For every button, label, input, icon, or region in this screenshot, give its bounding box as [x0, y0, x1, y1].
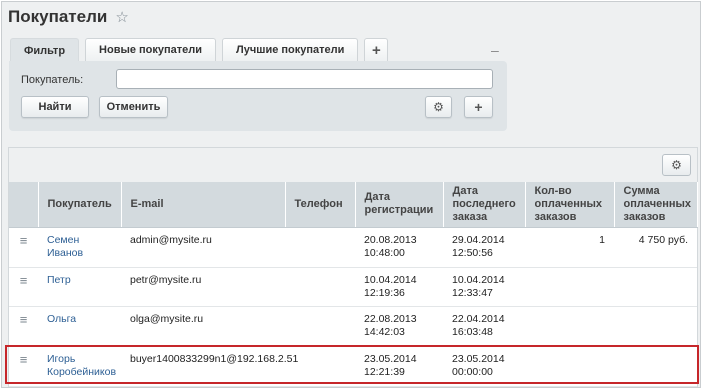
last-order-cell: 29.04.2014 12:50:56	[443, 227, 525, 268]
hamburger-icon[interactable]: ≡	[9, 346, 38, 387]
hamburger-icon[interactable]: ≡	[9, 306, 38, 347]
buyer-name-cell: Ольга	[38, 306, 121, 347]
reg-date-cell: 22.08.2013 14:42:03	[355, 306, 443, 347]
last-order-date: 29.04.2014	[452, 233, 505, 246]
last-order-date: 10.04.2014	[452, 273, 505, 286]
column-header-last-order[interactable]: Дата последнего заказа	[443, 182, 526, 228]
buyers-grid: ⚙ Покупатель E-mail Телефон Дата регистр…	[8, 147, 698, 387]
last-order-cell: 10.04.2014 12:33:47	[443, 267, 525, 307]
email-cell: buyer1400833299n1@192.168.2.51	[121, 346, 298, 387]
column-header-email[interactable]: E-mail	[121, 182, 286, 228]
table-row[interactable]: ≡ Петр petr@mysite.ru 10.04.2014 12:19:36…	[9, 267, 697, 307]
buyer-field-label: Покупатель:	[21, 74, 84, 86]
tab-best-buyers[interactable]: Лучшие покупатели	[222, 38, 359, 61]
paid-count-cell	[525, 306, 614, 347]
last-order-time: 12:33:47	[452, 286, 493, 299]
buyer-link[interactable]: Игорь Коробейников	[47, 353, 116, 378]
email-cell: admin@mysite.ru	[121, 227, 285, 268]
tab-filter[interactable]: Фильтр	[10, 38, 80, 62]
buyer-input[interactable]	[116, 69, 493, 89]
last-order-date: 23.05.2014	[452, 352, 505, 365]
paid-sum-cell	[614, 267, 697, 307]
buyer-link[interactable]: Петр	[47, 274, 71, 286]
phone-cell	[285, 346, 355, 387]
add-tab-button[interactable]: +	[364, 38, 389, 61]
collapse-filter-button[interactable]: –	[491, 42, 499, 58]
column-header-phone[interactable]: Телефон	[285, 182, 356, 228]
filter-settings-button[interactable]: ⚙	[425, 96, 452, 118]
table-row[interactable]: ≡ Ольга olga@mysite.ru 22.08.2013 14:42:0…	[9, 306, 697, 347]
last-order-time: 12:50:56	[452, 246, 493, 259]
grid-toolbar: ⚙	[9, 148, 697, 182]
grid-settings-button[interactable]: ⚙	[662, 154, 691, 176]
find-button[interactable]: Найти	[21, 96, 89, 118]
last-order-cell: 23.05.2014 00:00:00	[443, 346, 525, 387]
page-title-bar: Покупатели ☆	[8, 7, 129, 27]
column-header-paid-count[interactable]: Кол-во оплаченных заказов	[525, 182, 615, 228]
table-row[interactable]: ≡ Семен Иванов admin@mysite.ru 20.08.201…	[9, 227, 697, 268]
phone-cell	[285, 267, 355, 307]
reg-time: 12:19:36	[364, 286, 405, 299]
email-cell: olga@mysite.ru	[121, 306, 285, 347]
last-order-time: 16:03:48	[452, 325, 493, 338]
gear-icon: ⚙	[433, 100, 444, 114]
table-row[interactable]: ≡ Игорь Коробейников buyer1400833299n1@1…	[9, 346, 697, 387]
email-cell: petr@mysite.ru	[121, 267, 285, 307]
add-filter-field-button[interactable]: +	[464, 96, 493, 118]
reg-date: 10.04.2014	[364, 273, 417, 286]
last-order-cell: 22.04.2014 16:03:48	[443, 306, 525, 347]
buyer-name-cell: Игорь Коробейников	[38, 346, 121, 387]
column-header-reg-date[interactable]: Дата регистрации	[355, 182, 444, 228]
paid-sum-cell: 4 750 руб.	[614, 227, 697, 268]
buyer-name-cell: Семен Иванов	[38, 227, 121, 268]
filter-tabs: Фильтр Новые покупатели Лучшие покупател…	[10, 38, 394, 62]
hamburger-icon[interactable]: ≡	[9, 267, 38, 307]
buyer-name-cell: Петр	[38, 267, 121, 307]
phone-cell	[285, 306, 355, 347]
cancel-button[interactable]: Отменить	[99, 96, 168, 118]
column-header-paid-sum[interactable]: Сумма оплаченных заказов	[614, 182, 698, 228]
last-order-date: 22.04.2014	[452, 312, 505, 325]
reg-date: 20.08.2013	[364, 233, 417, 246]
page-title: Покупатели	[8, 7, 108, 26]
reg-date-cell: 23.05.2014 12:21:39	[355, 346, 443, 387]
reg-time: 12:21:39	[364, 365, 405, 378]
buyers-table: Покупатель E-mail Телефон Дата регистрац…	[9, 182, 698, 387]
paid-sum-cell	[614, 306, 697, 347]
paid-sum-cell	[614, 346, 697, 387]
reg-date-cell: 20.08.2013 10:48:00	[355, 227, 443, 268]
filter-panel: Покупатель: Найти Отменить ⚙ +	[9, 61, 507, 131]
reg-time: 14:42:03	[364, 325, 405, 338]
reg-time: 10:48:00	[364, 246, 405, 259]
buyer-link[interactable]: Семен Иванов	[47, 234, 83, 259]
last-order-time: 00:00:00	[452, 365, 493, 378]
buyers-page: Покупатели ☆ Фильтр Новые покупатели Луч…	[1, 1, 701, 388]
reg-date: 23.05.2014	[364, 352, 417, 365]
paid-count-cell	[525, 346, 614, 387]
star-icon[interactable]: ☆	[115, 8, 128, 26]
gear-icon: ⚙	[671, 158, 682, 172]
paid-count-cell	[525, 267, 614, 307]
tab-new-buyers[interactable]: Новые покупатели	[85, 38, 217, 61]
reg-date-cell: 10.04.2014 12:19:36	[355, 267, 443, 307]
column-header	[9, 182, 39, 228]
table-header: Покупатель E-mail Телефон Дата регистрац…	[9, 182, 698, 228]
reg-date: 22.08.2013	[364, 312, 417, 325]
phone-cell	[285, 227, 355, 268]
buyer-link[interactable]: Ольга	[47, 313, 76, 325]
column-header-buyer[interactable]: Покупатель	[38, 182, 122, 228]
paid-count-cell: 1	[525, 227, 614, 268]
hamburger-icon[interactable]: ≡	[9, 227, 38, 268]
